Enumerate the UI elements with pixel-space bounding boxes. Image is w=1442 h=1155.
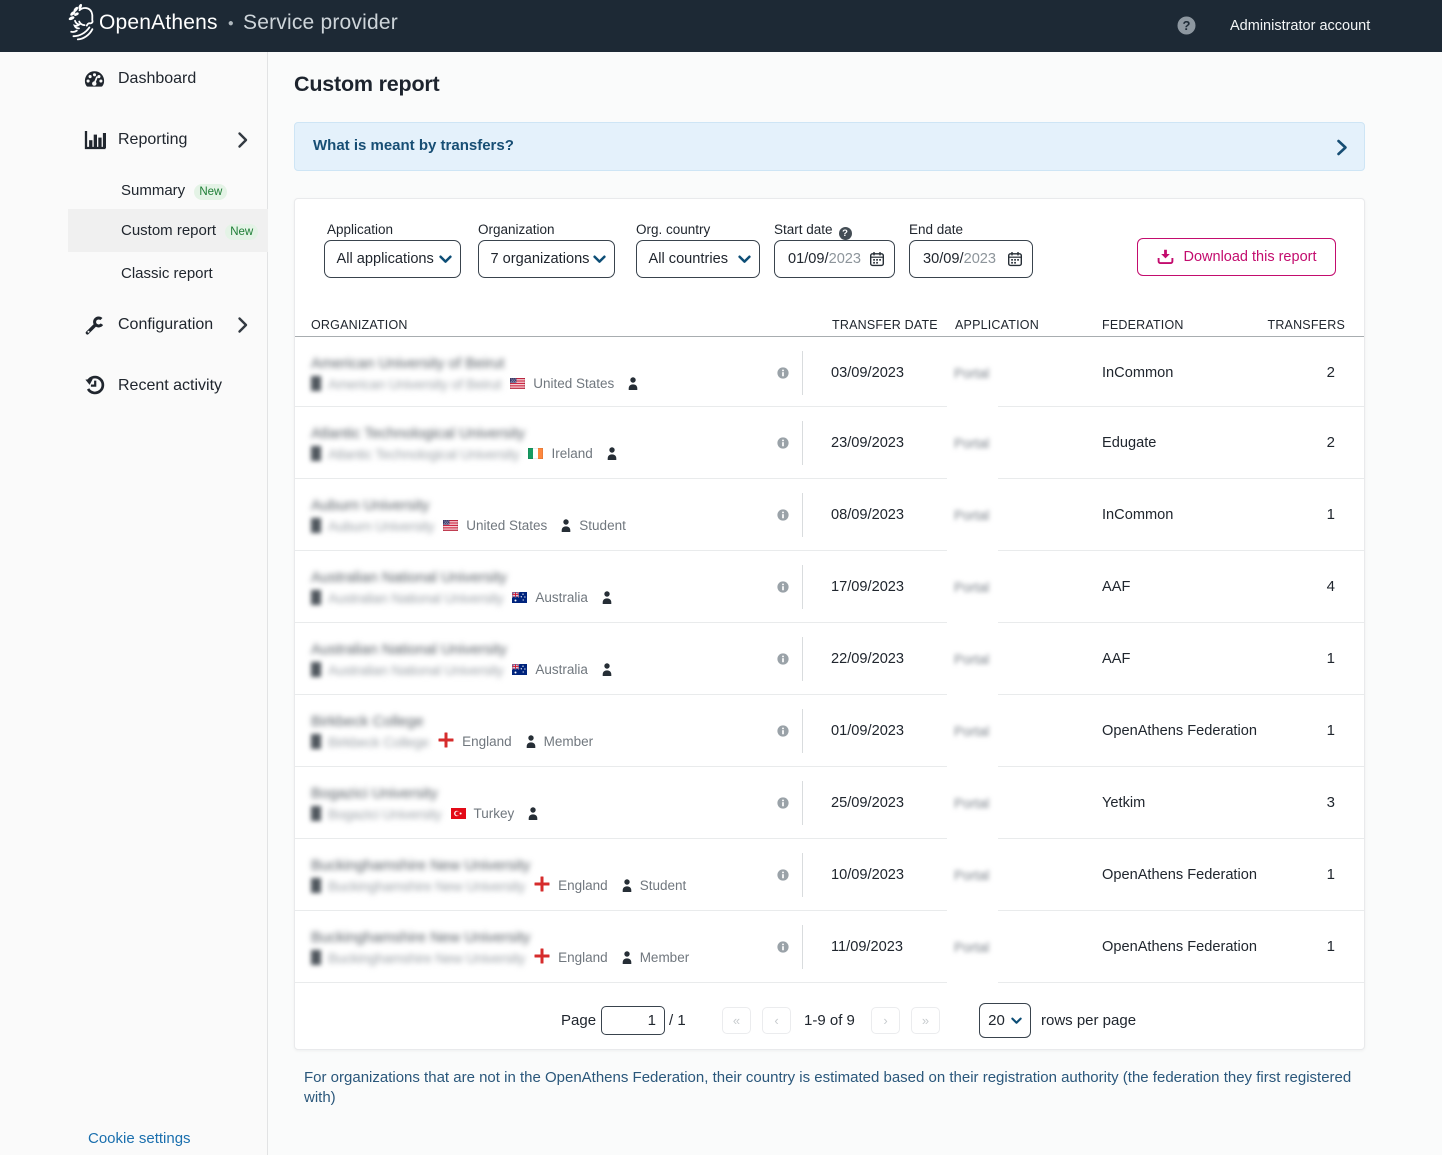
svg-text:?: ? bbox=[1183, 18, 1191, 33]
